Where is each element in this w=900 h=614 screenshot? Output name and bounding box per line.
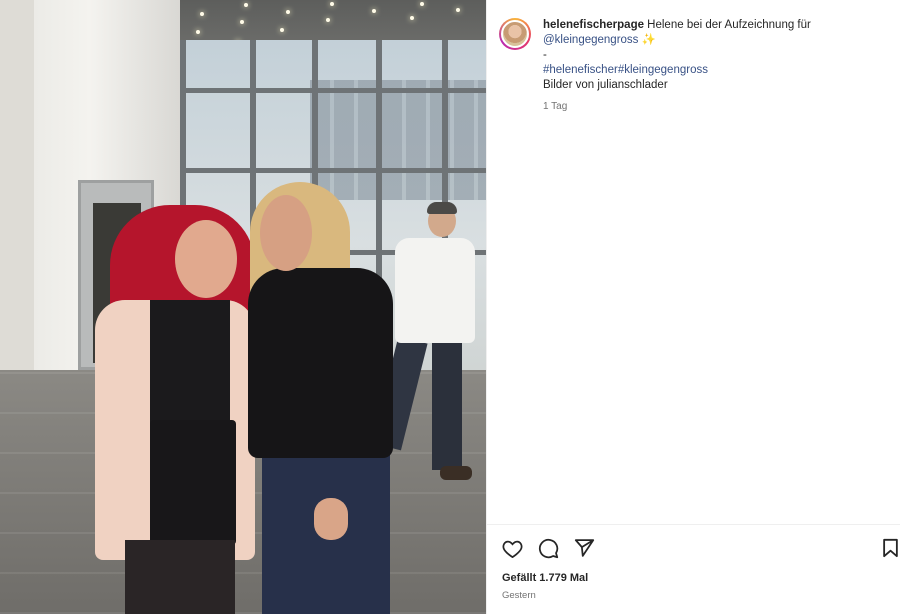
caption-text: helenefischerpage Helene bei der Aufzeic… [543,18,811,114]
caption-dash: - [543,49,547,61]
like-count[interactable]: Gefällt 1.779 Mal [502,572,588,584]
hashtag-kleingegengross[interactable]: #kleingegengross [618,64,708,76]
post-photo[interactable] [0,0,486,614]
comment-icon[interactable] [537,537,559,559]
caption-body: Helene bei der Aufzeichnung für [643,19,811,31]
hashtag-helenefischer[interactable]: #helenefischer [543,64,618,76]
photo-credit: Bilder von julianschlader [543,79,668,91]
sparkle-emoji: ✨ [638,34,656,46]
profile-picture [501,20,529,48]
mention-link[interactable]: @kleingegengross [543,34,638,46]
bookmark-icon[interactable] [879,537,900,559]
username-link[interactable]: helenefischerpage [543,19,644,31]
action-bar [501,537,595,559]
send-icon[interactable] [573,537,595,559]
lobby-pillar [0,0,34,380]
instagram-post-viewer: helenefischerpage Helene bei der Aufzeic… [0,0,900,614]
caption-block: helenefischerpage Helene bei der Aufzeic… [499,18,889,114]
actions-divider [487,524,900,525]
avatar[interactable] [499,18,531,50]
post-side-panel: helenefischerpage Helene bei der Aufzeic… [486,0,900,614]
post-date[interactable]: Gestern [502,590,536,601]
heart-icon[interactable] [501,537,523,559]
caption-timestamp[interactable]: 1 Tag [543,99,811,114]
